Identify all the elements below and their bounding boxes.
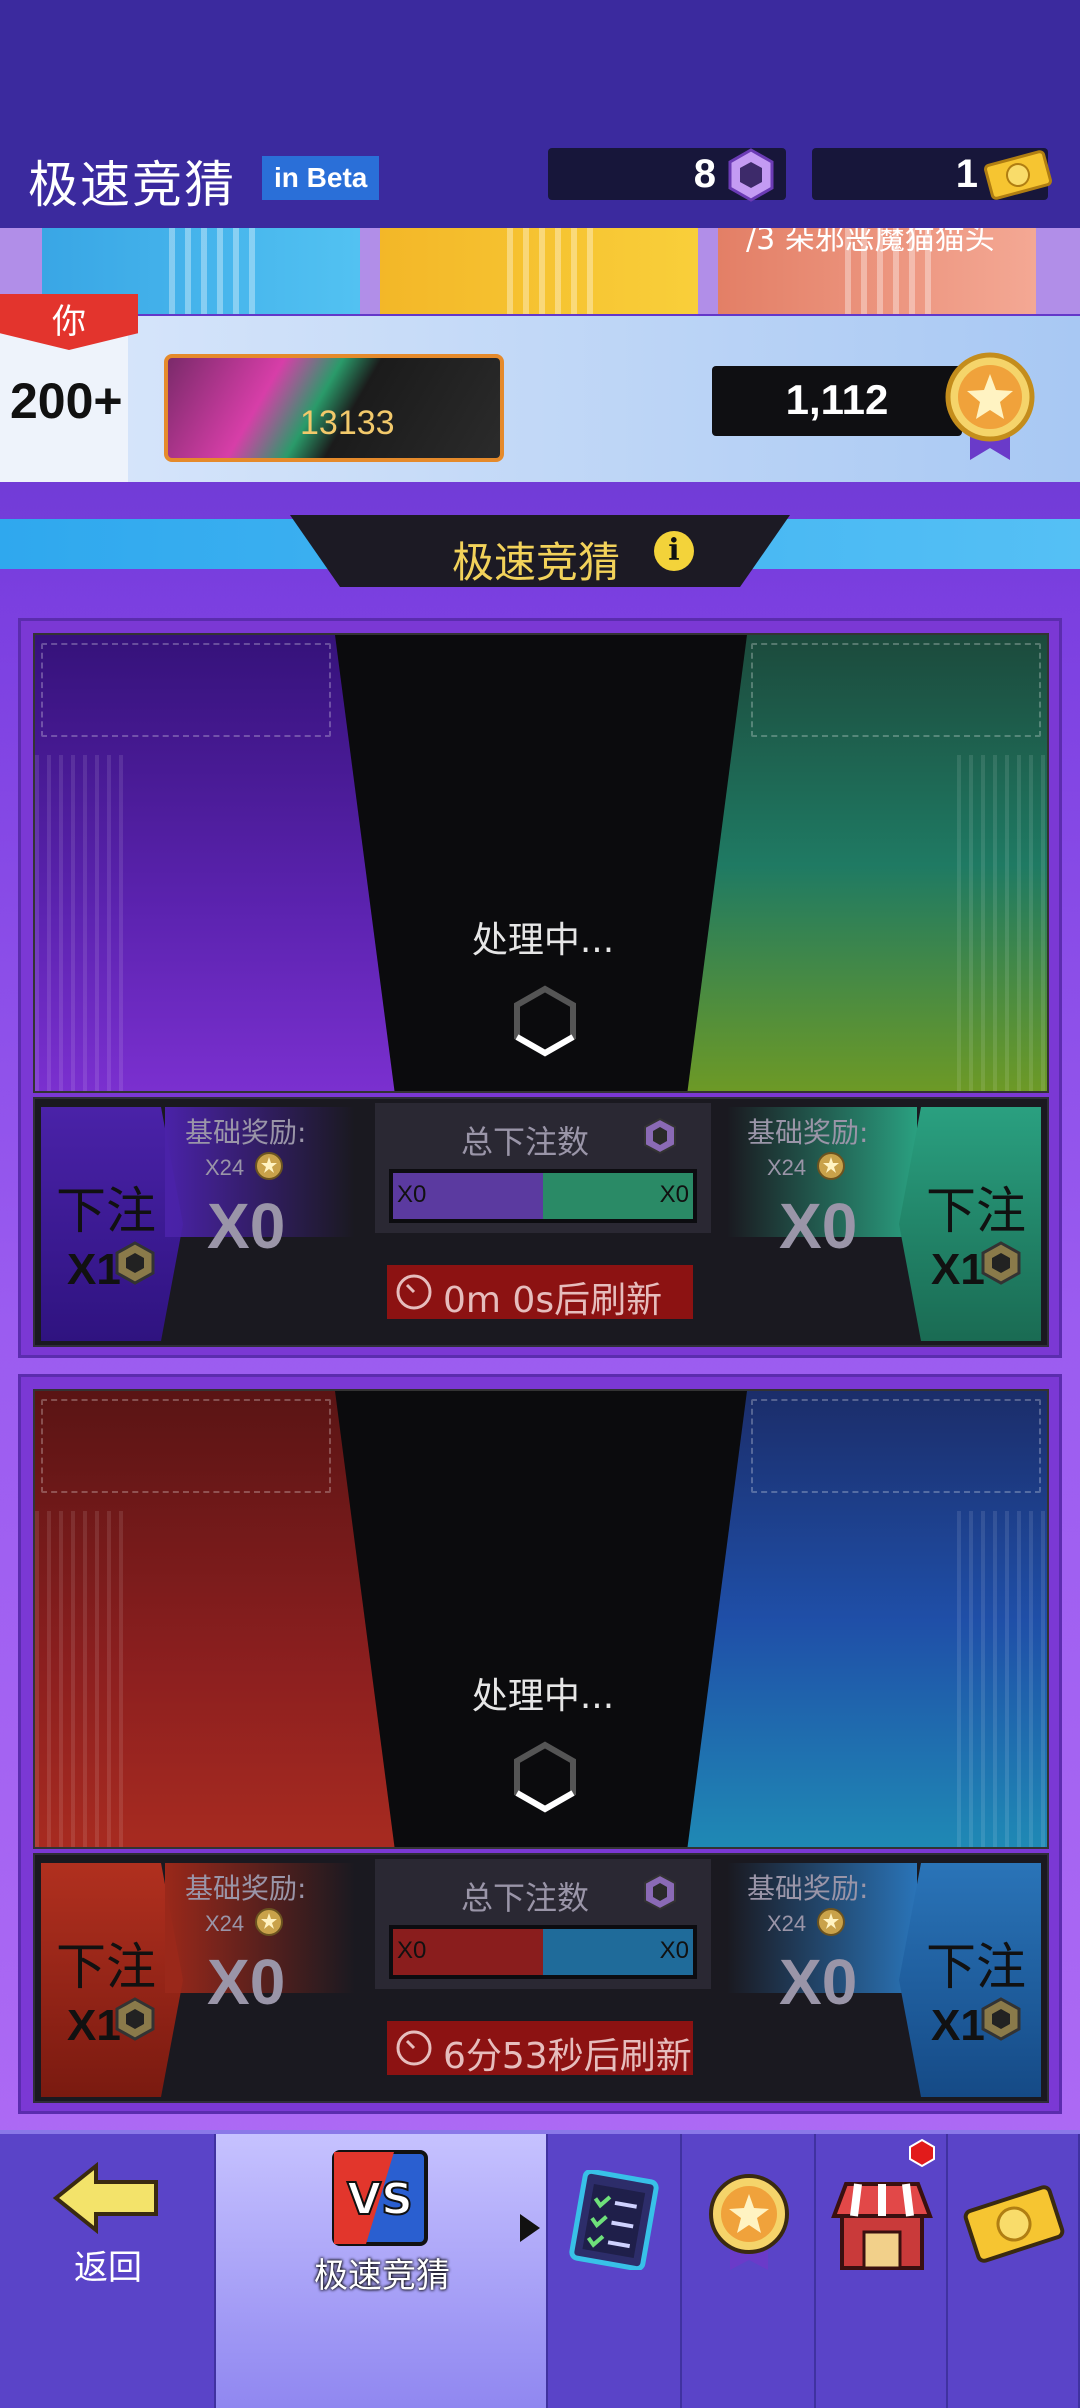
bottom-nav: 返回 VS 极速竞猜 [0,2130,1080,2408]
top-bar: 极速竞猜 in Beta 8 1 [0,0,1080,228]
refresh-timer: 0m 0s后刷新 [387,1265,693,1321]
back-button[interactable]: 返回 [0,2134,216,2408]
vs-icon: VS [332,2150,428,2246]
info-icon[interactable]: i [654,531,694,571]
ticket-icon [984,150,1052,200]
banner-text: /3 朵邪恶魔猫猫头 [746,228,995,257]
base-reward-right: 基础奖励: X24 X0 [727,1863,917,2093]
gem-icon [115,1241,155,1285]
medal-icon [255,1152,283,1180]
tasks-button[interactable] [548,2134,682,2408]
guess-panel: 处理中... 下注 X1 基础奖励: X24 X0 总下注数 X0 X0 [18,1374,1062,2114]
banner-strip[interactable]: /3 朵邪恶魔猫猫头 [0,228,1080,314]
base-reward-left: 基础奖励: X24 X0 [165,1863,355,2093]
gem-icon [644,1117,676,1155]
base-reward-right: 基础奖励: X24 X0 [727,1107,917,1337]
bet-right-button[interactable]: 下注 X1 [899,1863,1041,2097]
arena: 处理中... [33,633,1049,1093]
refresh-timer: 6分53秒后刷新 [387,2021,693,2077]
medal-icon [817,1152,845,1180]
svg-text:VS: VS [347,2174,413,2225]
section-title: 极速竞猜 [452,538,621,587]
loading-hex-icon [514,985,576,1057]
ticket-count: 1 [955,152,978,196]
notification-badge [909,2138,935,2168]
gem-icon [728,148,774,202]
gem-icon [981,1241,1021,1285]
checklist-icon [569,2170,659,2270]
gem-icon [644,1873,676,1911]
clock-icon [396,2030,432,2066]
beta-badge: in Beta [262,156,380,200]
ranking-row: 你 200+ 13133 1,112 [0,294,1080,482]
ticket-counter[interactable]: 1 [812,148,1052,200]
rank-number: 200+ [10,373,123,429]
shop-button[interactable] [816,2134,948,2408]
bet-right-button[interactable]: 下注 X1 [899,1107,1041,1341]
tab-speed-guess[interactable]: VS 极速竞猜 [216,2134,548,2408]
tickets-button[interactable] [948,2134,1080,2408]
right-name-box [751,643,1041,737]
loading-hex-icon [514,1741,576,1813]
shop-icon [831,2182,933,2270]
bet-left-button[interactable]: 下注 X1 [41,1107,183,1341]
score-value: 1,112 [785,376,889,423]
medal-icon [709,2174,789,2270]
back-arrow-icon [52,2162,158,2234]
ranking-button[interactable] [682,2134,816,2408]
medal-icon [817,1908,845,1936]
medal-icon [945,352,1035,460]
banner-card[interactable]: /3 朵邪恶魔猫猫头 [718,228,1036,314]
score-box: 1,112 [712,366,962,436]
medal-icon [255,1908,283,1936]
gem-icon [115,1997,155,2041]
bet-controls: 下注 X1 基础奖励: X24 X0 总下注数 X0 X0 6分53秒后刷新 基… [33,1853,1049,2103]
status-text: 处理中... [471,920,615,961]
clock-icon [396,1274,432,1310]
left-name-box [41,1399,331,1493]
banner-card[interactable] [380,228,698,314]
bet-ratio-bar: X0 X0 [389,1169,697,1223]
plate-number: 13133 [300,404,395,442]
status-text: 处理中... [471,1676,615,1717]
page-title: 极速竞猜 [28,156,236,214]
base-reward-left: 基础奖励: X24 X0 [165,1107,355,1337]
section-header: 极速竞猜 i [0,515,1080,587]
left-name-box [41,643,331,737]
total-bets: 总下注数 X0 X0 0m 0s后刷新 [375,1103,711,1341]
arena: 处理中... [33,1389,1049,1849]
bet-ratio-bar: X0 X0 [389,1925,697,1979]
right-name-box [751,1399,1041,1493]
ticket-icon [963,2185,1065,2263]
bet-controls: 下注 X1 基础奖励: X24 X0 总下注数 X0 X0 0m 0s后刷新 基… [33,1097,1049,1347]
gem-icon [981,1997,1021,2041]
total-bets: 总下注数 X0 X0 6分53秒后刷新 [375,1859,711,2097]
chevron-right-icon [520,2214,540,2242]
gem-counter[interactable]: 8 [548,148,786,202]
player-plate: 13133 [164,354,504,462]
guess-panel: 处理中... 下注 X1 基础奖励: X24 X0 总下注数 X0 X0 [18,618,1062,1358]
bet-left-button[interactable]: 下注 X1 [41,1863,183,2097]
gem-count: 8 [693,152,716,196]
